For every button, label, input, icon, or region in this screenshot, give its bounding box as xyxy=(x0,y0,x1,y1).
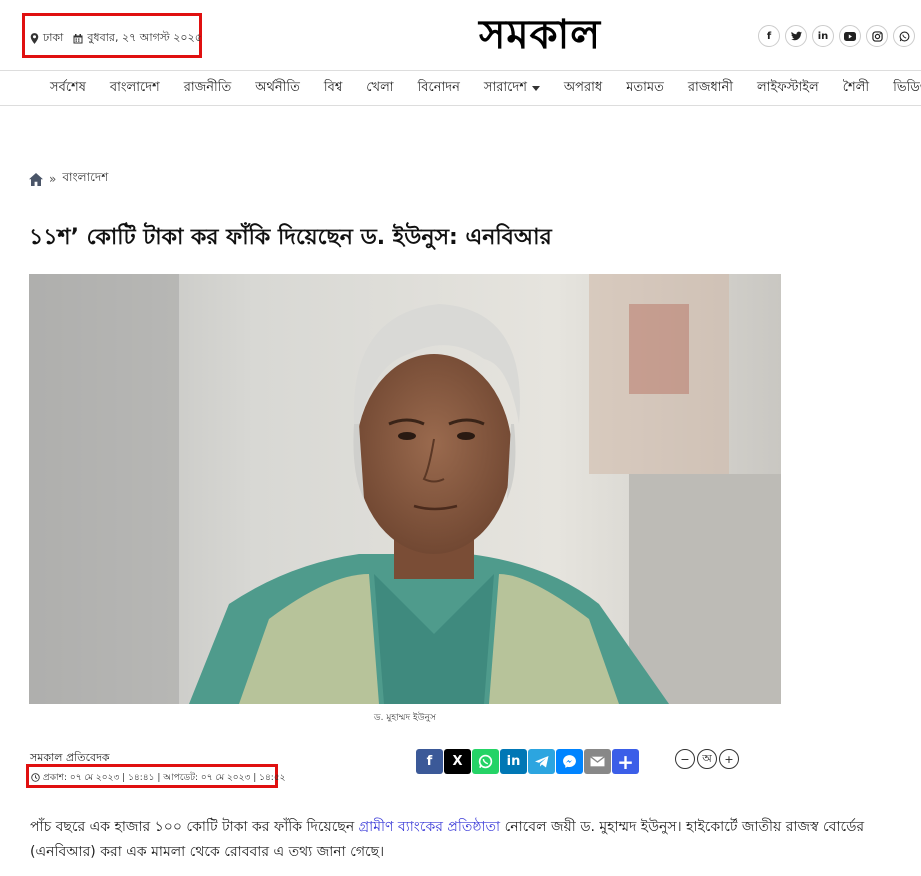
decrease-font-button[interactable]: − xyxy=(675,749,695,769)
nav-item-entertainment[interactable]: বিনোদন xyxy=(406,78,472,99)
publish-dates: প্রকাশ: ০৭ মে ২০২৩ | ১৪:৪১ | আপডেট: ০৭ ম… xyxy=(31,770,286,785)
site-logo[interactable]: সমকাল xyxy=(415,10,665,60)
share-buttons: f X in + xyxy=(416,749,639,774)
reset-font-button[interactable]: অ xyxy=(697,749,717,769)
breadcrumb: » বাংলাদেশ xyxy=(29,169,108,189)
nav-item-video[interactable]: ভিডিও xyxy=(881,78,921,99)
grameen-bank-link[interactable]: গ্রামীণ ব্যাংকের প্রতিষ্ঠাতা xyxy=(359,819,500,835)
messenger-share-icon[interactable] xyxy=(556,749,583,774)
font-size-controls: − অ + xyxy=(675,749,739,769)
current-date: বুধবার, ২৭ আগস্ট ২০২৫ xyxy=(87,31,202,44)
calendar-icon xyxy=(73,33,83,43)
location-date: ঢাকা বুধবার, ২৭ আগস্ট ২০২৫ xyxy=(30,29,202,48)
instagram-icon[interactable] xyxy=(866,25,888,47)
portrait-image xyxy=(29,274,781,704)
clock-icon xyxy=(31,773,40,782)
main-nav: সর্বশেষ বাংলাদেশ রাজনীতি অর্থনীতি বিশ্ব … xyxy=(0,70,921,106)
nav-item-lifestyle[interactable]: লাইফস্টাইল xyxy=(745,78,831,99)
article-headline: ১১শ’ কোটি টাকা কর ফাঁকি দিয়েছেন ড. ইউনু… xyxy=(29,225,552,250)
nav-item-world[interactable]: বিশ্ব xyxy=(312,78,354,99)
linkedin-share-icon[interactable]: in xyxy=(500,749,527,774)
whatsapp-icon[interactable] xyxy=(893,25,915,47)
nav-item-capital[interactable]: রাজধানী xyxy=(676,78,745,99)
more-share-icon[interactable]: + xyxy=(612,749,639,774)
nav-item-economy[interactable]: অর্থনীতি xyxy=(243,78,312,99)
email-share-icon[interactable] xyxy=(584,749,611,774)
article-body: পাঁচ বছরে এক হাজার ১০০ কোটি টাকা কর ফাঁক… xyxy=(30,815,890,865)
telegram-share-icon[interactable] xyxy=(528,749,555,774)
nav-item-countrywide[interactable]: সারাদেশ xyxy=(472,78,552,99)
nav-item-bangladesh[interactable]: বাংলাদেশ xyxy=(98,78,172,99)
article-photo xyxy=(29,274,781,704)
body-text-part1: পাঁচ বছরে এক হাজার ১০০ কোটি টাকা কর ফাঁক… xyxy=(30,819,359,835)
breadcrumb-section[interactable]: বাংলাদেশ xyxy=(62,169,108,189)
youtube-icon[interactable] xyxy=(839,25,861,47)
facebook-icon[interactable]: f xyxy=(758,25,780,47)
nav-item-crime[interactable]: অপরাধ xyxy=(552,78,614,99)
whatsapp-share-icon[interactable] xyxy=(472,749,499,774)
facebook-share-icon[interactable]: f xyxy=(416,749,443,774)
twitter-icon[interactable] xyxy=(785,25,807,47)
linkedin-icon[interactable]: in xyxy=(812,25,834,47)
nav-item-latest[interactable]: সর্বশেষ xyxy=(38,78,98,99)
home-icon[interactable] xyxy=(29,172,43,186)
nav-item-style[interactable]: শৈলী xyxy=(831,78,881,99)
social-links: f in xyxy=(758,25,915,47)
photo-caption: ড. মুহাম্মদ ইউনুস xyxy=(374,713,436,723)
increase-font-button[interactable]: + xyxy=(719,749,739,769)
map-pin-icon xyxy=(30,33,39,44)
x-share-icon[interactable]: X xyxy=(444,749,471,774)
nav-item-opinion[interactable]: মতামত xyxy=(614,78,676,99)
nav-item-politics[interactable]: রাজনীতি xyxy=(172,78,244,99)
nav-item-countrywide-label: সারাদেশ xyxy=(483,79,527,95)
publish-dates-text: প্রকাশ: ০৭ মে ২০২৩ | ১৪:৪১ | আপডেট: ০৭ ম… xyxy=(43,773,286,783)
location-label: ঢাকা xyxy=(43,31,64,44)
double-chevron-right-icon: » xyxy=(49,172,57,186)
nav-item-sports[interactable]: খেলা xyxy=(354,78,405,99)
top-bar: ঢাকা বুধবার, ২৭ আগস্ট ২০২৫ সমকাল f in xyxy=(0,0,921,70)
chevron-down-icon xyxy=(531,85,540,91)
